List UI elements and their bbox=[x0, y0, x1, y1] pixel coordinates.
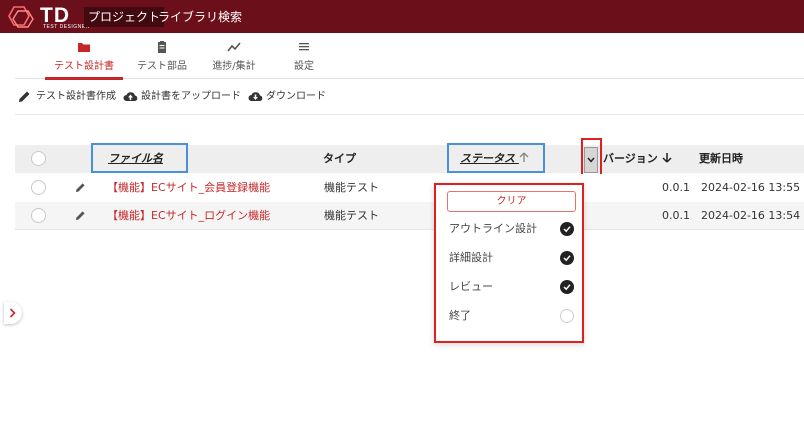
file-name-link[interactable]: 【機能】ECサイト_ログイン機能 bbox=[107, 202, 270, 230]
column-version-label: バージョン bbox=[603, 152, 658, 165]
checked-circle-icon[interactable] bbox=[560, 251, 574, 265]
folder-icon bbox=[78, 43, 90, 52]
upload-design-button[interactable]: 設計書をアップロード bbox=[123, 89, 243, 105]
row-checkbox[interactable] bbox=[31, 208, 46, 223]
column-version[interactable]: バージョン bbox=[603, 145, 672, 173]
filter-option-label: 詳細設計 bbox=[449, 251, 493, 264]
logo-mark-icon bbox=[8, 6, 34, 28]
table-bottom-border bbox=[15, 229, 804, 230]
clear-filter-button[interactable]: クリア bbox=[447, 191, 576, 212]
divider bbox=[15, 114, 804, 115]
row-updated: 2024-02-16 13:54 bbox=[701, 209, 801, 222]
tab-label: 進捗/集計 bbox=[212, 61, 256, 72]
column-type[interactable]: タイプ bbox=[323, 145, 356, 173]
checked-circle-icon[interactable] bbox=[560, 280, 574, 294]
chevron-right-icon bbox=[9, 308, 16, 318]
filter-option-review[interactable]: レビュー bbox=[449, 277, 574, 297]
tab-label: テスト部品 bbox=[137, 61, 187, 72]
clipboard-icon bbox=[158, 41, 166, 53]
filter-option-label: レビュー bbox=[449, 280, 493, 293]
download-button[interactable]: ダウンロード bbox=[248, 89, 338, 105]
tab-label: テスト設計書 bbox=[54, 61, 114, 72]
file-name-highlight bbox=[91, 143, 188, 173]
tab-settings[interactable]: 設定 bbox=[265, 33, 343, 79]
tab-test-parts[interactable]: テスト部品 bbox=[123, 33, 201, 79]
edit-pencil-icon[interactable] bbox=[75, 210, 86, 221]
upload-design-label: 設計書をアップロード bbox=[141, 91, 241, 102]
filter-option-outline-design[interactable]: アウトライン設計 bbox=[449, 219, 574, 239]
cloud-download-icon bbox=[248, 92, 263, 101]
filter-option-label: アウトライン設計 bbox=[449, 222, 537, 235]
pencil-icon bbox=[19, 91, 30, 102]
filter-option-detailed-design[interactable]: 詳細設計 bbox=[449, 248, 574, 268]
status-filter-dropdown: クリア アウトライン設計 詳細設計 レビュー 終了 bbox=[434, 183, 584, 343]
row-type: 機能テスト bbox=[324, 181, 379, 194]
table-row[interactable]: 【機能】ECサイト_ログイン機能 機能テスト 0.0.1 2024-02-16 … bbox=[15, 202, 804, 230]
row-updated: 2024-02-16 13:55 bbox=[701, 181, 801, 194]
sort-down-icon bbox=[662, 153, 672, 163]
logo-subtitle: TEST DESIGNER bbox=[43, 24, 90, 30]
file-name-link[interactable]: 【機能】ECサイト_会員登録機能 bbox=[107, 174, 270, 202]
row-version: 0.0.1 bbox=[662, 181, 690, 194]
menu-lines-icon bbox=[299, 43, 309, 51]
status-highlight bbox=[447, 143, 545, 173]
row-version: 0.0.1 bbox=[662, 209, 690, 222]
checked-circle-icon[interactable] bbox=[560, 222, 574, 236]
filter-option-label: 終了 bbox=[449, 309, 471, 322]
tab-progress[interactable]: 進捗/集計 bbox=[195, 33, 273, 79]
status-filter-button[interactable] bbox=[584, 147, 598, 173]
tab-label: 設定 bbox=[294, 61, 314, 72]
unchecked-circle-icon[interactable] bbox=[560, 309, 574, 323]
top-bar: TD TEST DESIGNER プロジェクト ライブラリ 検索 bbox=[0, 0, 804, 33]
select-all-checkbox[interactable] bbox=[31, 151, 46, 166]
nav-project[interactable]: プロジェクト bbox=[84, 7, 165, 27]
row-type: 機能テスト bbox=[324, 209, 379, 222]
column-updated[interactable]: 更新日時 bbox=[699, 145, 743, 173]
table-row[interactable]: 【機能】ECサイト_会員登録機能 機能テスト 0.0.1 2024-02-16 … bbox=[15, 174, 804, 202]
create-design-label: テスト設計書作成 bbox=[36, 91, 116, 102]
chevron-down-icon bbox=[587, 157, 595, 163]
sidebar-toggle-button[interactable] bbox=[4, 302, 22, 324]
create-design-button[interactable]: テスト設計書作成 bbox=[18, 89, 123, 105]
app-logo[interactable]: TD TEST DESIGNER bbox=[6, 4, 89, 30]
nav-library[interactable]: ライブラリ bbox=[154, 7, 222, 27]
trend-icon bbox=[227, 42, 241, 52]
cloud-upload-icon bbox=[123, 92, 138, 101]
download-label: ダウンロード bbox=[266, 91, 326, 102]
row-checkbox[interactable] bbox=[31, 180, 46, 195]
tab-bar: テスト設計書 テスト部品 進捗/集計 設定 bbox=[15, 33, 804, 80]
filter-option-finished[interactable]: 終了 bbox=[449, 306, 574, 326]
edit-pencil-icon[interactable] bbox=[75, 182, 86, 193]
tab-test-design[interactable]: テスト設計書 bbox=[45, 33, 123, 80]
nav-search[interactable]: 検索 bbox=[214, 7, 246, 27]
